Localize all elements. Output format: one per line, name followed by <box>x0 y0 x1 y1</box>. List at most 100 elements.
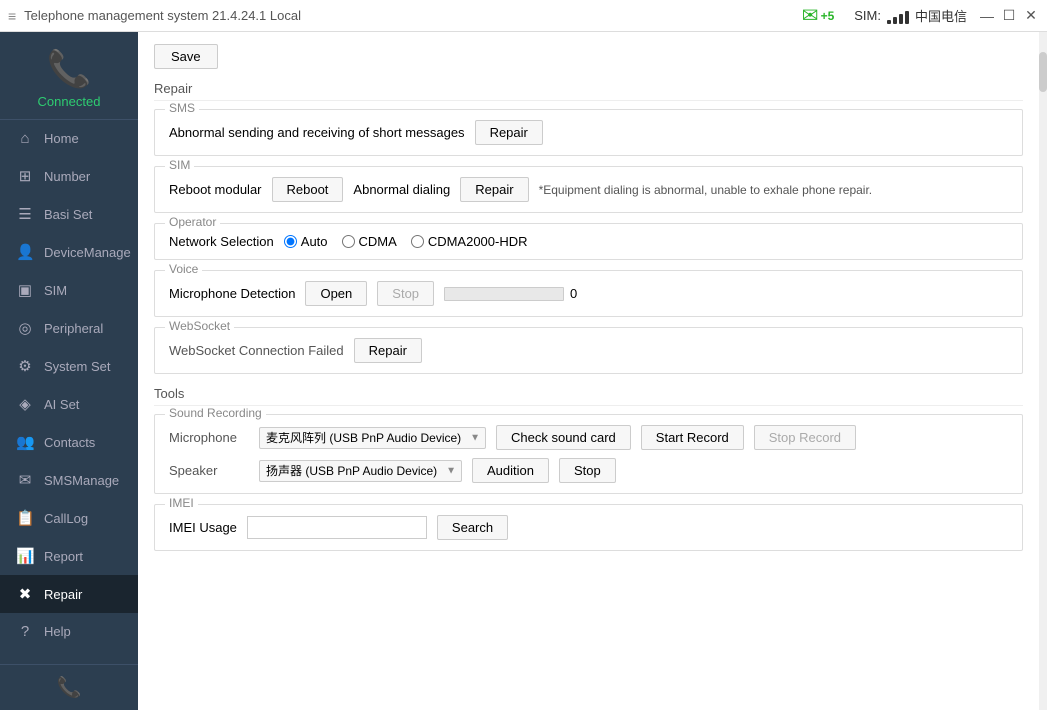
sidebar-item-sim[interactable]: ▣ SIM <box>0 271 138 309</box>
check-sound-card-button[interactable]: Check sound card <box>496 425 631 450</box>
sidebar-item-ai-set[interactable]: ◈ AI Set <box>0 385 138 423</box>
sidebar-item-peripheral[interactable]: ◎ Peripheral <box>0 309 138 347</box>
microphone-device-select[interactable]: 麦克风阵列 (USB PnP Audio Device) <box>259 427 486 449</box>
mic-stop-button[interactable]: Stop <box>377 281 434 306</box>
window-controls[interactable]: — ☐ ✕ <box>979 8 1039 24</box>
operator-label: Operator <box>165 215 220 229</box>
radio-cdma2000-input[interactable] <box>411 235 424 248</box>
sidebar-label-repair: Repair <box>44 587 82 602</box>
websocket-subsection: WebSocket WebSocket Connection Failed Re… <box>154 327 1023 374</box>
radio-auto[interactable]: Auto <box>284 234 328 249</box>
imei-subsection: IMEI IMEI Usage Search <box>154 504 1023 551</box>
sms-repair-button[interactable]: Repair <box>475 120 543 145</box>
sidebar-footer: 📞 <box>0 664 138 710</box>
speaker-stop-button[interactable]: Stop <box>559 458 616 483</box>
radio-cdma2000[interactable]: CDMA2000-HDR <box>411 234 528 249</box>
number-icon: ⊞ <box>16 167 34 185</box>
scrollbar-thumb[interactable] <box>1039 52 1047 92</box>
signal-bar-1 <box>887 20 891 24</box>
sidebar-item-system-set[interactable]: ⚙ System Set <box>0 347 138 385</box>
sidebar-phone-button[interactable]: 📞 <box>0 665 138 710</box>
speaker-device-select-wrap[interactable]: 扬声器 (USB PnP Audio Device) ▼ <box>259 460 462 482</box>
speaker-row: Speaker 扬声器 (USB PnP Audio Device) ▼ Aud… <box>169 458 1008 483</box>
radio-cdma-input[interactable] <box>342 235 355 248</box>
sidebar-nav: ⌂ Home ⊞ Number ☰ Basi Set 👤 DeviceManag… <box>0 120 138 664</box>
sidebar-item-contacts[interactable]: 👥 Contacts <box>0 423 138 461</box>
sidebar-item-call-log[interactable]: 📋 CallLog <box>0 499 138 537</box>
scrollbar[interactable] <box>1039 32 1047 710</box>
operator-subsection: Operator Network Selection Auto CDMA <box>154 223 1023 260</box>
sidebar-label-call-log: CallLog <box>44 511 88 526</box>
repair-section: Repair SMS Abnormal sending and receivin… <box>154 81 1023 374</box>
sms-label: SMS <box>165 101 199 115</box>
call-log-icon: 📋 <box>16 509 34 527</box>
sidebar-label-sms-manage: SMSManage <box>44 473 119 488</box>
repair-section-title: Repair <box>154 81 1023 101</box>
sms-icon: ✉ <box>16 471 34 489</box>
progress-value: 0 <box>570 286 577 301</box>
minimize-button[interactable]: — <box>979 8 995 24</box>
websocket-row: WebSocket Connection Failed Repair <box>169 338 1008 363</box>
help-icon: ? <box>16 623 34 640</box>
abnormal-dialing-label: Abnormal dialing <box>353 182 450 197</box>
start-record-button[interactable]: Start Record <box>641 425 744 450</box>
sidebar-item-report[interactable]: 📊 Report <box>0 537 138 575</box>
tools-section-title: Tools <box>154 386 1023 406</box>
imei-usage-label: IMEI Usage <box>169 520 237 535</box>
close-button[interactable]: ✕ <box>1023 8 1039 24</box>
speaker-device-select[interactable]: 扬声器 (USB PnP Audio Device) <box>259 460 462 482</box>
sidebar-label-help: Help <box>44 624 71 639</box>
sim-warning-text: *Equipment dialing is abnormal, unable t… <box>539 183 873 197</box>
sidebar-label-home: Home <box>44 131 79 146</box>
sidebar-item-sms-manage[interactable]: ✉ SMSManage <box>0 461 138 499</box>
sidebar-item-home[interactable]: ⌂ Home <box>0 120 138 157</box>
sound-recording-subsection: Sound Recording Microphone 麦克风阵列 (USB Pn… <box>154 414 1023 494</box>
tools-section: Tools Sound Recording Microphone 麦克风阵列 (… <box>154 386 1023 551</box>
microphone-device-select-wrap[interactable]: 麦克风阵列 (USB PnP Audio Device) ▼ <box>259 427 486 449</box>
home-icon: ⌂ <box>16 130 34 147</box>
menu-icon[interactable]: ≡ <box>8 8 16 24</box>
mic-detection-label: Microphone Detection <box>169 286 295 301</box>
sidebar-item-basi-set[interactable]: ☰ Basi Set <box>0 195 138 233</box>
mic-open-button[interactable]: Open <box>305 281 367 306</box>
radio-cdma[interactable]: CDMA <box>342 234 397 249</box>
sidebar-item-number[interactable]: ⊞ Number <box>0 157 138 195</box>
envelope-icon: ✉ <box>802 3 819 28</box>
sidebar-item-help[interactable]: ? Help <box>0 613 138 650</box>
network-radio-group: Auto CDMA CDMA2000-HDR <box>284 234 528 249</box>
content-area: Save Repair SMS Abnormal sending and rec… <box>138 32 1039 710</box>
radio-auto-label: Auto <box>301 234 328 249</box>
sidebar-item-device-manage[interactable]: 👤 DeviceManage <box>0 233 138 271</box>
report-icon: 📊 <box>16 547 34 565</box>
sim-label: SIM: <box>854 8 881 23</box>
voice-subsection: Voice Microphone Detection Open Stop 0 <box>154 270 1023 317</box>
reboot-button[interactable]: Reboot <box>272 177 344 202</box>
radio-auto-input[interactable] <box>284 235 297 248</box>
imei-input[interactable] <box>247 516 427 539</box>
websocket-label: WebSocket <box>165 319 234 333</box>
sidebar-label-system-set: System Set <box>44 359 110 374</box>
sim-repair-button[interactable]: Repair <box>460 177 528 202</box>
progress-wrap: 0 <box>444 286 577 301</box>
signal-bar-3 <box>899 14 903 24</box>
websocket-repair-button[interactable]: Repair <box>354 338 422 363</box>
connection-failed-text: WebSocket Connection Failed <box>169 343 344 358</box>
radio-cdma2000-label: CDMA2000-HDR <box>428 234 528 249</box>
sidebar-label-contacts: Contacts <box>44 435 95 450</box>
maximize-button[interactable]: ☐ <box>1001 8 1017 24</box>
sim-subsection: SIM Reboot modular Reboot Abnormal diali… <box>154 166 1023 213</box>
email-indicator[interactable]: ✉ +5 <box>802 3 834 28</box>
stop-record-button[interactable]: Stop Record <box>754 425 856 450</box>
connected-label: Connected <box>38 94 101 109</box>
signal-bar-4 <box>905 11 909 24</box>
audition-button[interactable]: Audition <box>472 458 549 483</box>
search-button[interactable]: Search <box>437 515 508 540</box>
sidebar-label-basi-set: Basi Set <box>44 207 92 222</box>
sidebar-label-report: Report <box>44 549 83 564</box>
sidebar-item-repair[interactable]: ✖ Repair <box>0 575 138 613</box>
save-button[interactable]: Save <box>154 44 218 69</box>
system-set-icon: ⚙ <box>16 357 34 375</box>
imei-row: IMEI Usage Search <box>169 515 1008 540</box>
microphone-row: Microphone 麦克风阵列 (USB PnP Audio Device) … <box>169 425 1008 450</box>
sim-icon: ▣ <box>16 281 34 299</box>
